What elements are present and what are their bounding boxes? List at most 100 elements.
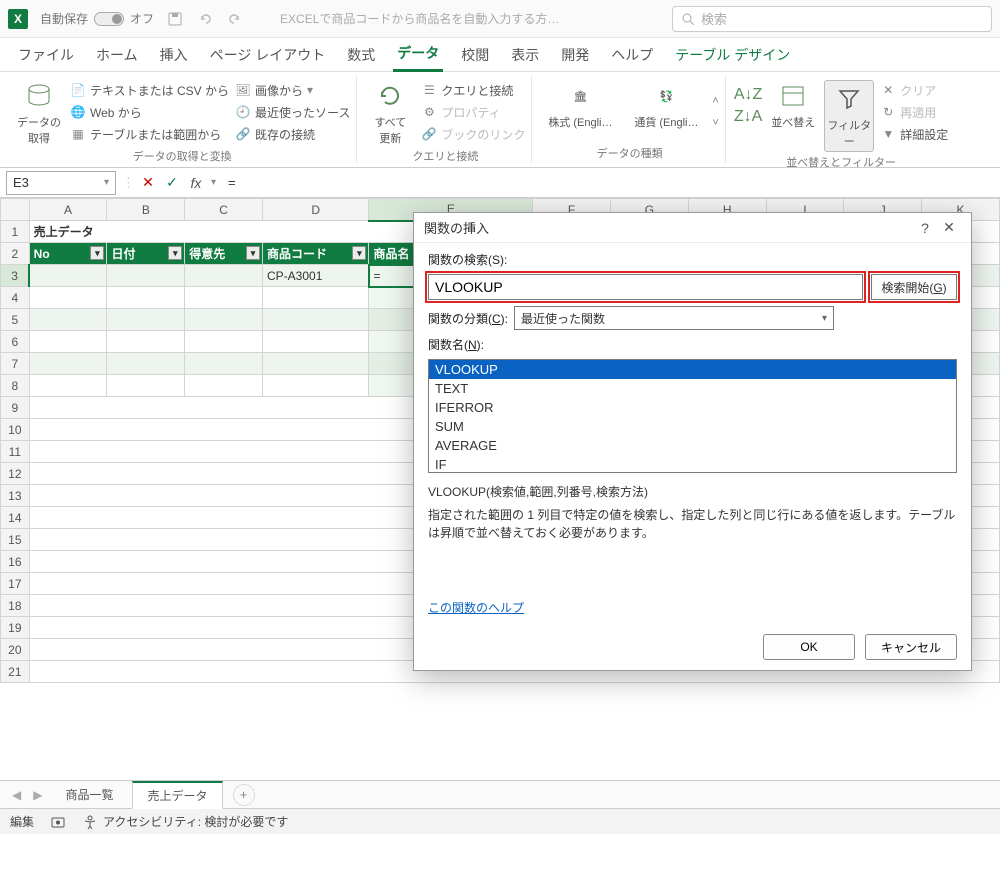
table-header-cell[interactable]: 日付▾: [107, 243, 185, 265]
tab-tabledesign[interactable]: テーブル デザイン: [671, 39, 794, 71]
tab-pagelayout[interactable]: ページ レイアウト: [206, 39, 330, 71]
sheet-nav-prev-icon[interactable]: ◀: [8, 788, 25, 802]
row-header[interactable]: 2: [1, 243, 30, 265]
row-header[interactable]: 19: [1, 617, 30, 639]
filter-dropdown-icon[interactable]: ▾: [246, 246, 260, 260]
properties-button[interactable]: ⚙プロパティ: [421, 102, 525, 122]
currency-button[interactable]: 💱通貨 (Engli…: [626, 80, 706, 130]
row-header[interactable]: 7: [1, 353, 30, 375]
function-listbox[interactable]: VLOOKUP TEXT IFERROR SUM AVERAGE IF HYPE…: [428, 359, 957, 473]
formula-input[interactable]: =: [220, 175, 1000, 190]
col-header[interactable]: D: [263, 199, 369, 221]
filter-dropdown-icon[interactable]: ▾: [352, 246, 366, 260]
tab-developer[interactable]: 開発: [557, 39, 593, 71]
row-header[interactable]: 6: [1, 331, 30, 353]
queries-connections-button[interactable]: ☰クエリと接続: [421, 80, 525, 100]
col-header[interactable]: B: [107, 199, 185, 221]
advanced-filter-button[interactable]: ▼詳細設定: [880, 124, 948, 144]
row-header[interactable]: 4: [1, 287, 30, 309]
function-list-item[interactable]: AVERAGE: [429, 436, 956, 455]
tab-home[interactable]: ホーム: [92, 39, 142, 71]
function-help-link[interactable]: この関数のヘルプ: [428, 599, 957, 616]
scroll-up-icon[interactable]: ˄: [712, 95, 718, 107]
row-header[interactable]: 3: [1, 265, 30, 287]
undo-icon[interactable]: [196, 10, 214, 28]
col-header[interactable]: C: [185, 199, 263, 221]
enter-formula-button[interactable]: ✓: [163, 174, 181, 192]
tab-data[interactable]: データ: [393, 37, 443, 72]
table-header-cell[interactable]: 商品コード▾: [263, 243, 369, 265]
function-list-item[interactable]: IFERROR: [429, 398, 956, 417]
table-header-cell[interactable]: No▾: [29, 243, 107, 265]
row-header[interactable]: 14: [1, 507, 30, 529]
select-all-corner[interactable]: [1, 199, 30, 221]
refresh-all-button[interactable]: すべて 更新: [365, 80, 415, 146]
row-header[interactable]: 1: [1, 221, 30, 243]
row-header[interactable]: 5: [1, 309, 30, 331]
col-header[interactable]: A: [29, 199, 107, 221]
row-header[interactable]: 12: [1, 463, 30, 485]
tab-view[interactable]: 表示: [507, 39, 543, 71]
chevron-down-icon[interactable]: ▾: [104, 177, 109, 188]
from-table-range-button[interactable]: ▦テーブルまたは範囲から: [70, 124, 229, 144]
insert-function-button[interactable]: fx: [187, 174, 205, 192]
redo-icon[interactable]: [226, 10, 244, 28]
row-header[interactable]: 8: [1, 375, 30, 397]
clear-filter-button[interactable]: ✕クリア: [880, 80, 948, 100]
sheet-tab[interactable]: 売上データ: [132, 781, 222, 809]
filter-dropdown-icon[interactable]: ▾: [168, 246, 182, 260]
existing-connections-button[interactable]: 🔗既存の接続: [235, 124, 350, 144]
tab-help[interactable]: ヘルプ: [607, 39, 657, 71]
toggle-icon[interactable]: [94, 12, 124, 26]
cancel-button[interactable]: キャンセル: [865, 634, 957, 660]
row-header[interactable]: 20: [1, 639, 30, 661]
sort-asc-icon[interactable]: A↓Z: [734, 86, 762, 104]
row-header[interactable]: 11: [1, 441, 30, 463]
accessibility-status[interactable]: アクセシビリティ: 検討が必要です: [82, 813, 288, 830]
ok-button[interactable]: OK: [763, 634, 855, 660]
row-header[interactable]: 21: [1, 661, 30, 683]
function-search-input[interactable]: [428, 274, 863, 300]
sheet-nav-next-icon[interactable]: ▶: [29, 788, 46, 802]
get-data-button[interactable]: データの 取得: [14, 80, 64, 146]
cell[interactable]: CP-A3001: [263, 265, 369, 287]
function-list-item[interactable]: VLOOKUP: [429, 360, 956, 379]
row-header[interactable]: 9: [1, 397, 30, 419]
from-image-button[interactable]: 🖼画像から ▾: [235, 80, 350, 100]
stocks-button[interactable]: 🏛株式 (Engli…: [540, 80, 620, 130]
recent-sources-button[interactable]: 🕘最近使ったソース: [235, 102, 350, 122]
tab-insert[interactable]: 挿入: [156, 39, 192, 71]
tab-review[interactable]: 校閲: [457, 39, 493, 71]
row-header[interactable]: 10: [1, 419, 30, 441]
filter-dropdown-icon[interactable]: ▾: [90, 246, 104, 260]
function-list-item[interactable]: SUM: [429, 417, 956, 436]
row-header[interactable]: 18: [1, 595, 30, 617]
autosave-toggle[interactable]: 自動保存 オフ: [40, 10, 154, 27]
save-icon[interactable]: [166, 10, 184, 28]
from-web-button[interactable]: 🌐Web から: [70, 102, 229, 122]
row-header[interactable]: 16: [1, 551, 30, 573]
sort-desc-icon[interactable]: Z↓A: [734, 108, 762, 126]
add-sheet-button[interactable]: +: [233, 784, 255, 806]
cancel-formula-button[interactable]: ✕: [139, 174, 157, 192]
scroll-down-icon[interactable]: ˅: [712, 117, 718, 129]
filter-button[interactable]: フィルター: [824, 80, 874, 152]
macro-record-icon[interactable]: [50, 814, 66, 830]
dialog-close-button[interactable]: ✕: [937, 216, 961, 240]
function-list-item[interactable]: IF: [429, 455, 956, 473]
tab-file[interactable]: ファイル: [14, 39, 78, 71]
sort-button[interactable]: 並べ替え: [768, 80, 818, 130]
search-box[interactable]: 検索: [672, 6, 992, 32]
workbook-links-button[interactable]: 🔗ブックのリンク: [421, 124, 525, 144]
from-text-csv-button[interactable]: 📄テキストまたは CSV から: [70, 80, 229, 100]
dialog-help-button[interactable]: ?: [913, 216, 937, 240]
tab-formulas[interactable]: 数式: [343, 39, 379, 71]
row-header[interactable]: 17: [1, 573, 30, 595]
reapply-button[interactable]: ↻再適用: [880, 102, 948, 122]
row-header[interactable]: 15: [1, 529, 30, 551]
row-header[interactable]: 13: [1, 485, 30, 507]
sheet-tab[interactable]: 商品一覧: [50, 781, 128, 808]
name-box[interactable]: E3 ▾: [6, 171, 116, 195]
chevron-down-icon[interactable]: ▾: [211, 177, 216, 188]
function-list-item[interactable]: TEXT: [429, 379, 956, 398]
